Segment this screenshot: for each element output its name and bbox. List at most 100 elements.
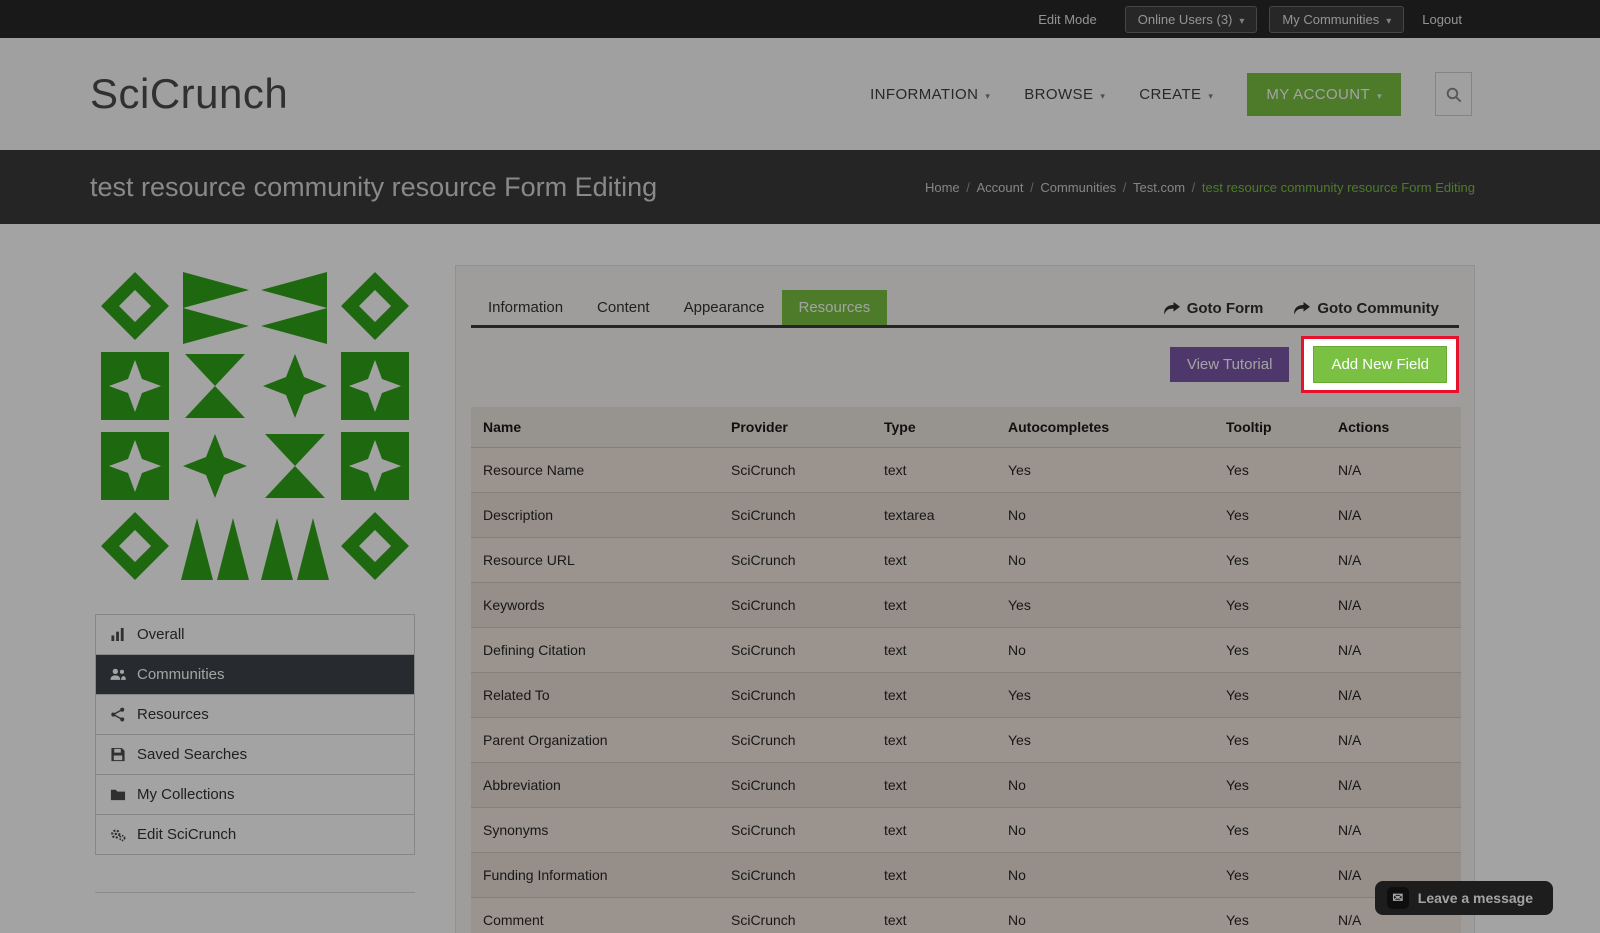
- edit-mode-link[interactable]: Edit Mode: [1022, 12, 1113, 27]
- page: Edit Mode Online Users (3) My Communitie…: [0, 0, 1600, 933]
- nav-browse[interactable]: BROWSE: [1024, 86, 1105, 103]
- tab-appearance[interactable]: Appearance: [667, 290, 782, 325]
- my-account-button[interactable]: MY ACCOUNT: [1247, 72, 1401, 116]
- resource-fields-table: Name Provider Type Autocompletes Tooltip Acti…: [471, 407, 1461, 933]
- main-navigation: INFORMATION BROWSE CREATE MY ACCOUNT: [870, 72, 1472, 116]
- table-cell: N/A: [1326, 717, 1461, 763]
- table-cell: No: [996, 537, 1214, 583]
- table-cell: No: [996, 762, 1214, 808]
- table-cell: Yes: [1214, 762, 1326, 808]
- nav-label: CREATE: [1139, 85, 1202, 103]
- add-new-field-button[interactable]: Add New Field: [1313, 346, 1447, 383]
- goto-form-link[interactable]: Goto Form: [1163, 300, 1264, 317]
- chat-widget[interactable]: Leave a message: [1374, 881, 1553, 915]
- table-cell: No: [996, 852, 1214, 898]
- bar-chart-icon: [110, 627, 126, 642]
- chevron-down-icon: [985, 86, 990, 103]
- search-icon: [1446, 87, 1462, 102]
- page-title-bar: test resource community resource Form Ed…: [0, 150, 1600, 224]
- table-cell: Yes: [996, 672, 1214, 718]
- table-cell: Yes: [1214, 492, 1326, 538]
- chevron-down-icon: [1386, 12, 1391, 27]
- breadcrumb-account[interactable]: Account: [977, 180, 1041, 195]
- table-cell: Comment: [471, 897, 719, 933]
- floppy-disk-icon: [110, 747, 126, 762]
- table-cell: text: [872, 717, 996, 763]
- table-row: Abbreviation SciCrunch text No Yes N/A: [471, 762, 1461, 808]
- table-header-cell: Actions: [1326, 407, 1461, 448]
- table-cell: textarea: [872, 492, 996, 538]
- table-cell: Funding Information: [471, 852, 719, 898]
- table-header-cell: Autocompletes: [996, 407, 1214, 448]
- online-users-dropdown[interactable]: Online Users (3): [1124, 5, 1258, 33]
- sidebar-menu: Overall Communities Resources Saved Sear…: [95, 614, 415, 855]
- table-row: Keywords SciCrunch text Yes Yes N/A: [471, 582, 1461, 628]
- table-cell: SciCrunch: [719, 492, 872, 538]
- nav-label: BROWSE: [1024, 85, 1094, 103]
- tab-content[interactable]: Content: [580, 290, 667, 325]
- table-cell: Yes: [1214, 672, 1326, 718]
- table-cell: Yes: [1214, 852, 1326, 898]
- table-cell: SciCrunch: [719, 807, 872, 853]
- sidebar-item-resources[interactable]: Resources: [96, 695, 414, 735]
- page-title: test resource community resource Form Ed…: [90, 171, 658, 202]
- my-communities-dropdown[interactable]: My Communities: [1269, 5, 1405, 33]
- table-header-row: Name Provider Type Autocompletes Tooltip Acti…: [471, 407, 1461, 448]
- folder-icon: [110, 787, 126, 802]
- table-cell: Parent Organization: [471, 717, 719, 763]
- table-cell: SciCrunch: [719, 582, 872, 628]
- table-cell: text: [872, 627, 996, 673]
- tab-resources[interactable]: Resources: [781, 290, 888, 325]
- table-cell: Resource URL: [471, 537, 719, 583]
- table-cell: Related To: [471, 672, 719, 718]
- chevron-down-icon: [1377, 86, 1382, 103]
- gears-icon: [110, 827, 126, 842]
- table-cell: text: [872, 807, 996, 853]
- sidebar-item-edit-scicrunch[interactable]: Edit SciCrunch: [96, 815, 414, 855]
- table-cell: N/A: [1326, 672, 1461, 718]
- table-cell: N/A: [1326, 762, 1461, 808]
- table-cell: text: [872, 447, 996, 493]
- sidebar-item-overall[interactable]: Overall: [96, 615, 414, 655]
- table-cell: Yes: [996, 717, 1214, 763]
- tab-information[interactable]: Information: [471, 290, 580, 325]
- highlight-box: Add New Field: [1301, 336, 1459, 393]
- table-cell: SciCrunch: [719, 537, 872, 583]
- table-cell: N/A: [1326, 807, 1461, 853]
- sidebar-item-my-collections[interactable]: My Collections: [96, 775, 414, 815]
- sidebar-item-communities[interactable]: Communities: [96, 655, 414, 695]
- nav-information[interactable]: INFORMATION: [870, 86, 990, 103]
- edit-mode-label: Edit Mode: [1038, 11, 1097, 27]
- action-buttons-row: View Tutorial Add New Field: [471, 336, 1459, 393]
- breadcrumb-current: test resource community resource Form Ed…: [1201, 179, 1475, 195]
- site-logo[interactable]: SciCrunch: [90, 70, 288, 118]
- envelope-icon: [1386, 887, 1409, 909]
- table-cell: text: [872, 582, 996, 628]
- nav-create[interactable]: CREATE: [1139, 86, 1213, 103]
- table-cell: text: [872, 852, 996, 898]
- table-cell: Yes: [1214, 897, 1326, 933]
- table-cell: Resource Name: [471, 447, 719, 493]
- resource-table-body: Resource Name SciCrunch text Yes Yes N/A Descr…: [471, 447, 1461, 933]
- table-row: Related To SciCrunch text Yes Yes N/A: [471, 672, 1461, 718]
- breadcrumb: Home Account Communities Test.com test r…: [925, 180, 1475, 195]
- view-tutorial-button[interactable]: View Tutorial: [1169, 347, 1290, 382]
- table-cell: text: [872, 762, 996, 808]
- search-button[interactable]: [1435, 72, 1472, 116]
- table-header-cell: Tooltip: [1214, 407, 1326, 448]
- breadcrumb-testcom[interactable]: Test.com: [1133, 180, 1202, 195]
- goto-form-label: Goto Form: [1186, 300, 1264, 317]
- breadcrumb-communities[interactable]: Communities: [1040, 180, 1133, 195]
- breadcrumb-home[interactable]: Home: [925, 180, 977, 195]
- table-cell: Yes: [1214, 807, 1326, 853]
- table-cell: Defining Citation: [471, 627, 719, 673]
- goto-community-link[interactable]: Goto Community: [1293, 300, 1439, 317]
- table-cell: SciCrunch: [719, 627, 872, 673]
- nav-label: INFORMATION: [870, 85, 979, 103]
- goto-links: Goto Form Goto Community: [1163, 300, 1439, 325]
- sidebar-item-label: Edit SciCrunch: [137, 826, 237, 843]
- sidebar-item-saved-searches[interactable]: Saved Searches: [96, 735, 414, 775]
- logout-link[interactable]: Logout: [1422, 12, 1462, 27]
- sidebar-divider: [95, 892, 415, 893]
- sidebar: Overall Communities Resources Saved Sear…: [95, 266, 415, 893]
